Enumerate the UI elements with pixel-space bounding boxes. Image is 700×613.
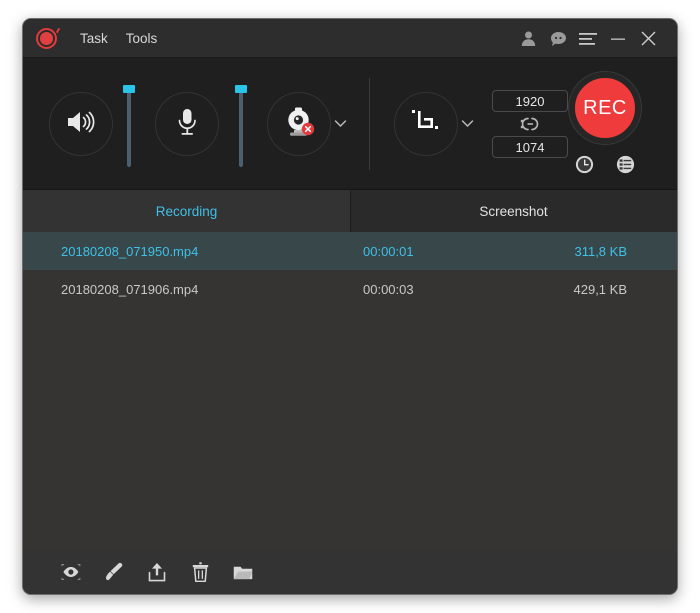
file-name: 20180208_071906.mp4 [61,281,199,297]
record-button[interactable]: REC [569,72,641,144]
microphone-icon [175,107,199,142]
capture-region-button[interactable] [394,92,458,156]
title-bar: Task Tools [23,19,677,58]
webcam-toggle-button[interactable] [267,92,331,156]
tab-recording[interactable]: Recording [23,190,350,232]
minimize-icon[interactable] [603,24,633,54]
record-sub-icons [575,155,635,174]
microphone-toggle-button[interactable] [155,92,219,156]
file-size: 311,8 KB [574,243,627,259]
settings-list-icon[interactable] [616,155,635,174]
tab-screenshot[interactable]: Screenshot [350,190,677,232]
hamburger-menu-icon[interactable] [573,24,603,54]
menu-tools[interactable]: Tools [117,27,167,50]
crop-region-icon [410,107,442,142]
close-icon[interactable] [633,24,663,54]
panel-divider-1 [369,78,370,170]
record-area: REC [551,72,659,174]
slider-handle[interactable] [235,84,247,93]
aspect-ratio-link-icon[interactable] [519,112,541,136]
webcam-group [267,92,347,156]
record-logo-icon [35,27,61,51]
speaker-icon [65,109,97,140]
slider-track [239,91,243,167]
slider-handle[interactable] [123,84,135,93]
tab-bar: Recording Screenshot [23,190,677,232]
account-icon[interactable] [513,24,543,54]
scheduler-clock-icon[interactable] [575,155,594,174]
file-name: 20180208_071950.mp4 [61,243,199,259]
logo-tick [55,27,61,33]
microphone-volume-slider[interactable] [227,82,255,167]
table-row[interactable]: 20180208_071950.mp4 00:00:01 311,8 KB [23,232,677,270]
speaker-volume-slider[interactable] [115,82,143,167]
upload-share-icon[interactable] [147,562,167,582]
webcam-chevron-down-icon[interactable] [334,115,347,133]
table-row[interactable]: 20180208_071906.mp4 00:00:03 429,1 KB [23,270,677,308]
file-list: 20180208_071950.mp4 00:00:01 311,8 KB 20… [23,232,677,550]
file-size: 429,1 KB [573,281,628,297]
delete-trash-icon[interactable] [190,562,210,582]
slider-track [127,91,131,167]
speaker-toggle-button[interactable] [49,92,113,156]
file-duration: 00:00:01 [363,243,414,259]
capture-region-group [394,92,474,156]
webcam-icon [282,107,316,142]
logo-dot [40,31,53,45]
feedback-chat-icon[interactable] [543,24,573,54]
menu-task[interactable]: Task [71,27,117,50]
edit-brush-icon[interactable] [104,562,124,582]
open-folder-icon[interactable] [233,562,253,582]
app-window: Task Tools 1920 1074 REC Recording Scree… [22,18,678,595]
control-panel: 1920 1074 REC [23,58,677,190]
bottom-toolbar [23,550,677,594]
file-duration: 00:00:03 [363,281,414,297]
preview-eye-icon[interactable] [61,562,81,582]
capture-region-chevron-down-icon[interactable] [461,115,474,133]
